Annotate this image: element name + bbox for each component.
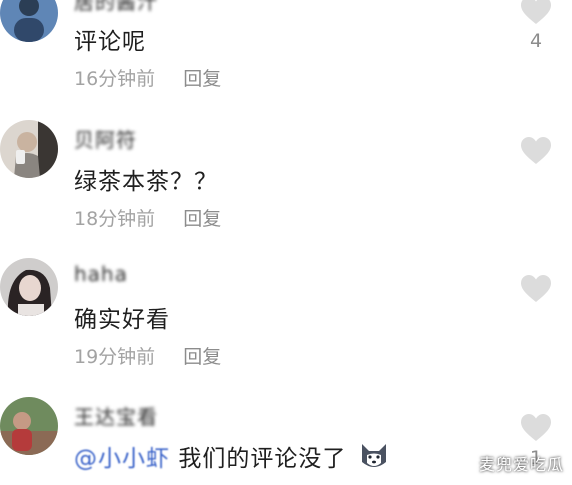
reply-button[interactable]: 回复 bbox=[183, 68, 221, 90]
comment-time: 19分钟前 bbox=[74, 346, 156, 368]
like-button[interactable]: 4 bbox=[520, 0, 552, 52]
watermark: 麦兜爱吃瓜 bbox=[478, 455, 564, 474]
husky-dog-emoji-icon bbox=[359, 442, 389, 476]
avatar[interactable] bbox=[0, 0, 58, 42]
reply-button[interactable]: 回复 bbox=[183, 208, 221, 230]
avatar[interactable] bbox=[0, 120, 58, 178]
like-button[interactable] bbox=[520, 274, 552, 308]
heart-icon bbox=[521, 137, 551, 164]
comment-time: 16分钟前 bbox=[74, 68, 156, 90]
girl-with-coffee-avatar-icon bbox=[0, 120, 58, 178]
like-button[interactable] bbox=[520, 136, 552, 170]
reply-button[interactable]: 回复 bbox=[183, 346, 221, 368]
comment-text: 绿茶本茶？？ bbox=[74, 169, 218, 195]
heart-icon bbox=[521, 414, 551, 441]
comment-time: 18分钟前 bbox=[74, 208, 156, 230]
comment-text: 确实好看 bbox=[74, 307, 170, 333]
comment-meta: 18分钟前 回复 bbox=[74, 204, 221, 231]
username[interactable]: 王达宝看 bbox=[74, 401, 158, 430]
mention-link[interactable]: @小小虾 bbox=[74, 446, 170, 472]
outdoor-photo-avatar-icon bbox=[0, 397, 58, 455]
username[interactable]: haha bbox=[74, 262, 128, 286]
avatar[interactable] bbox=[0, 397, 58, 455]
girl-portrait-avatar-icon bbox=[0, 258, 58, 316]
comment-meta: 16分钟前 回复 bbox=[74, 64, 221, 91]
heart-icon bbox=[521, 0, 551, 24]
username[interactable]: 贝阿符 bbox=[74, 124, 137, 153]
blue-portrait-avatar-icon bbox=[0, 0, 58, 42]
heart-icon bbox=[521, 275, 551, 302]
username[interactable]: 居的酱汁 bbox=[74, 0, 158, 15]
avatar[interactable] bbox=[0, 258, 58, 316]
comment-text: 评论呢 bbox=[74, 29, 146, 55]
comment-meta: 19分钟前 回复 bbox=[74, 342, 221, 369]
like-count: 4 bbox=[529, 30, 543, 52]
comment-text-content: 我们的评论没了 bbox=[178, 446, 347, 472]
comment-text: @小小虾 我们的评论没了 bbox=[74, 439, 389, 476]
